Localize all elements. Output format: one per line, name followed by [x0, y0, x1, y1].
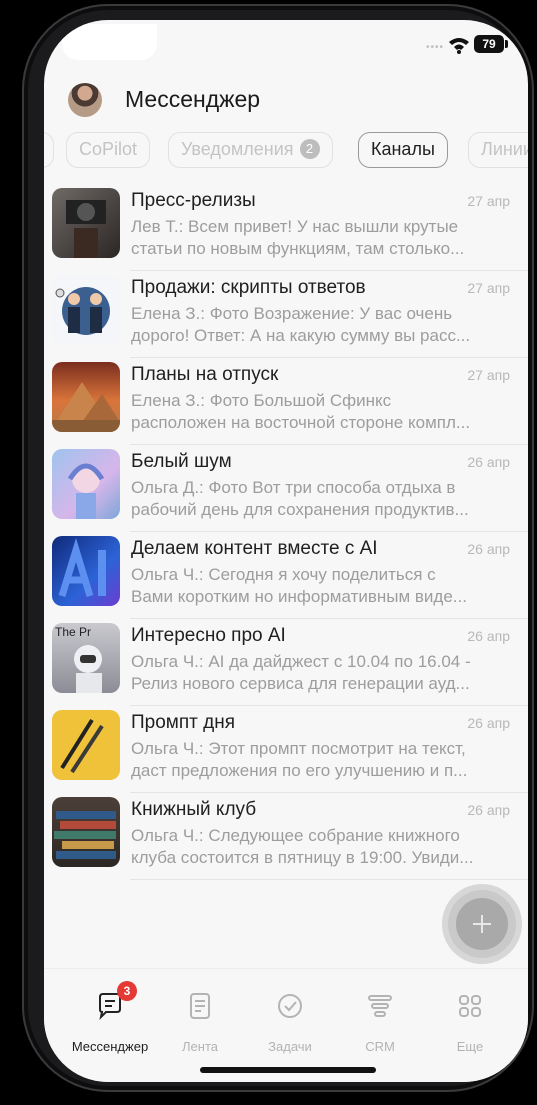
chat-preview-line: Елена З.: Фото Возражение: У вас очень: [131, 304, 453, 323]
chat-thumbnail: [52, 275, 120, 345]
chat-preview: Ольга Ч.: Сегодня я хочу поделиться с Вам…: [131, 564, 516, 608]
feed-icon: [190, 993, 210, 1019]
chat-thumbnail: [52, 449, 120, 519]
chat-preview-line: Ольга Ч.: Сегодня я хочу поделиться с: [131, 565, 436, 584]
home-indicator[interactable]: [200, 1067, 376, 1073]
chat-preview-line: Ольга Ч.: Следующее собрание книжного: [131, 826, 460, 845]
nav-crm[interactable]: CRM: [332, 979, 428, 1059]
tab-hidden-left[interactable]: [44, 132, 54, 168]
chat-preview: Ольга Ч.: AI да дайджест с 10.04 по 16.0…: [131, 651, 516, 695]
battery-tip: [505, 40, 508, 48]
notch-area: [62, 24, 157, 60]
crm-icon: [368, 995, 392, 1017]
chat-item-press-releases[interactable]: Пресс-релизы 27 апр Лев Т.: Всем привет!…: [44, 184, 528, 271]
notifications-badge: 2: [299, 139, 320, 159]
chat-thumbnail: The Pr: [52, 623, 120, 693]
chat-title: Белый шум: [131, 451, 232, 472]
chat-preview-line: Вами коротким но информативным виде...: [131, 587, 467, 606]
nav-label: CRM: [365, 1039, 395, 1054]
nav-feed[interactable]: Лента: [152, 979, 248, 1059]
tab-label: CoPilot: [79, 139, 138, 159]
chat-item-white-noise[interactable]: Белый шум 26 апр Ольга Д.: Фото Вот три …: [44, 445, 528, 532]
chat-preview: Елена З.: Фото Возражение: У вас очень до…: [131, 303, 516, 347]
avatar[interactable]: [68, 83, 102, 117]
wifi-icon: [449, 38, 469, 54]
header: Мессенджер: [44, 80, 528, 120]
chat-title: Книжный клуб: [131, 799, 257, 820]
chat-preview-line: Релиз нового сервиса для генерации ауд..…: [131, 674, 470, 693]
tab-label: Уведомления: [181, 139, 294, 159]
chat-item-vacation-plans[interactable]: Планы на отпуск 27 апр Елена З.: Фото Бо…: [44, 358, 528, 445]
tab-label: Линии: [481, 139, 528, 159]
chat-preview-line: Ольга Ч.: Этот промпт посмотрит на текст…: [131, 739, 466, 758]
chat-item-content-with-ai[interactable]: Делаем контент вместе с AI 26 апр Ольга …: [44, 532, 528, 619]
nav-more[interactable]: Еще: [422, 979, 518, 1059]
chat-title: Планы на отпуск: [131, 364, 279, 385]
chat-date: 26 апр: [467, 628, 510, 644]
chat-thumbnail: [52, 710, 120, 780]
tab-copilot[interactable]: CoPilot: [66, 132, 151, 168]
chat-date: 27 апр: [467, 280, 510, 296]
chat-item-prompt-of-the-day[interactable]: Промпт дня 26 апр Ольга Ч.: Этот промпт …: [44, 706, 528, 793]
chat-thumbnail: [52, 188, 120, 258]
chat-preview-line: рабочий день для сохранения продуктив...: [131, 500, 469, 519]
tab-channels[interactable]: Каналы: [358, 132, 448, 168]
chat-date: 27 апр: [467, 367, 510, 383]
app-screen: •••• 79 Мессенджер CoPilot Уведомления 2 …: [44, 20, 528, 1082]
new-chat-button[interactable]: [448, 890, 516, 958]
chat-title: Пресс-релизы: [131, 190, 256, 211]
chat-date: 26 апр: [467, 715, 510, 731]
chat-thumbnail: [52, 797, 120, 867]
chat-preview-line: Ольга Д.: Фото Вот три способа отдыха в: [131, 478, 456, 497]
page-title: Мессенджер: [125, 86, 261, 112]
battery-icon: 79: [474, 35, 504, 53]
chat-title: Интересно про AI: [131, 625, 286, 646]
chat-preview-line: Лев Т.: Всем привет! У нас вышли крутые: [131, 217, 459, 236]
chat-title: Промпт дня: [131, 712, 235, 733]
nav-label: Лента: [182, 1039, 218, 1054]
chat-preview: Ольга Ч.: Этот промпт посмотрит на текст…: [131, 738, 516, 782]
chat-preview: Лев Т.: Всем привет! У нас вышли крутые с…: [131, 216, 516, 260]
chat-preview: Елена З.: Фото Большой Сфинкс расположен …: [131, 390, 516, 434]
chat-preview-line: дорого! Ответ: А на какую сумму вы расс.…: [131, 326, 471, 345]
chat-date: 26 апр: [467, 802, 510, 818]
chat-date: 27 апр: [467, 193, 510, 209]
fab-inner: [456, 898, 508, 950]
chat-item-book-club[interactable]: Книжный клуб 26 апр Ольга Ч.: Следующее …: [44, 793, 528, 880]
nav-messenger[interactable]: 3 Мессенджер: [62, 979, 158, 1059]
tab-label: Каналы: [371, 139, 435, 159]
thumb-text: The Pr: [55, 625, 92, 639]
nav-tasks[interactable]: Задачи: [242, 979, 338, 1059]
chat-title: Делаем контент вместе с AI: [131, 538, 378, 559]
messenger-badge: 3: [117, 981, 137, 1001]
chat-preview-line: Елена З.: Фото Большой Сфинкс: [131, 391, 392, 410]
chat-preview-line: расположен на восточной стороне компл...: [131, 413, 471, 432]
signal-icon: ••••: [426, 42, 445, 53]
nav-label: Еще: [456, 1039, 484, 1054]
chat-preview-line: Ольга Ч.: AI да дайджест с 10.04 по 16.0…: [131, 652, 471, 671]
chat-date: 26 апр: [467, 541, 510, 557]
bottom-nav: 3 Мессенджер Лента Задачи CRM Еще: [44, 968, 528, 1082]
chat-thumbnail: [52, 362, 120, 432]
more-icon: [459, 995, 481, 1017]
chat-item-interesting-ai[interactable]: The Pr Интересно про AI 26 апр Ольга Ч.:…: [44, 619, 528, 706]
plus-icon-stem: [481, 915, 483, 933]
tasks-icon: [278, 994, 302, 1018]
nav-label: Задачи: [268, 1039, 312, 1054]
filter-tabs: CoPilot Уведомления 2 Каналы Линии: [44, 132, 528, 170]
chat-date: 26 апр: [467, 454, 510, 470]
chat-preview-line: статьи по новым функциям, там столько...: [131, 239, 465, 258]
chat-preview-line: клуба состоится в пятницу в 19:00. Увиди…: [131, 848, 474, 867]
status-bar: •••• 79: [44, 20, 528, 72]
chat-preview: Ольга Ч.: Следующее собрание книжного клу…: [131, 825, 516, 869]
chat-thumbnail: [52, 536, 120, 606]
chat-title: Продажи: скрипты ответов: [131, 277, 366, 298]
divider: [130, 879, 528, 880]
chat-preview-line: даст предложения по его улучшению и п...: [131, 761, 468, 780]
nav-label: Мессенджер: [71, 1039, 149, 1054]
chat-item-sales-scripts[interactable]: Продажи: скрипты ответов 27 апр Елена З.…: [44, 271, 528, 358]
tab-lines[interactable]: Линии: [468, 132, 528, 168]
tab-notifications[interactable]: Уведомления 2: [168, 132, 333, 168]
chat-preview: Ольга Д.: Фото Вот три способа отдыха в р…: [131, 477, 516, 521]
